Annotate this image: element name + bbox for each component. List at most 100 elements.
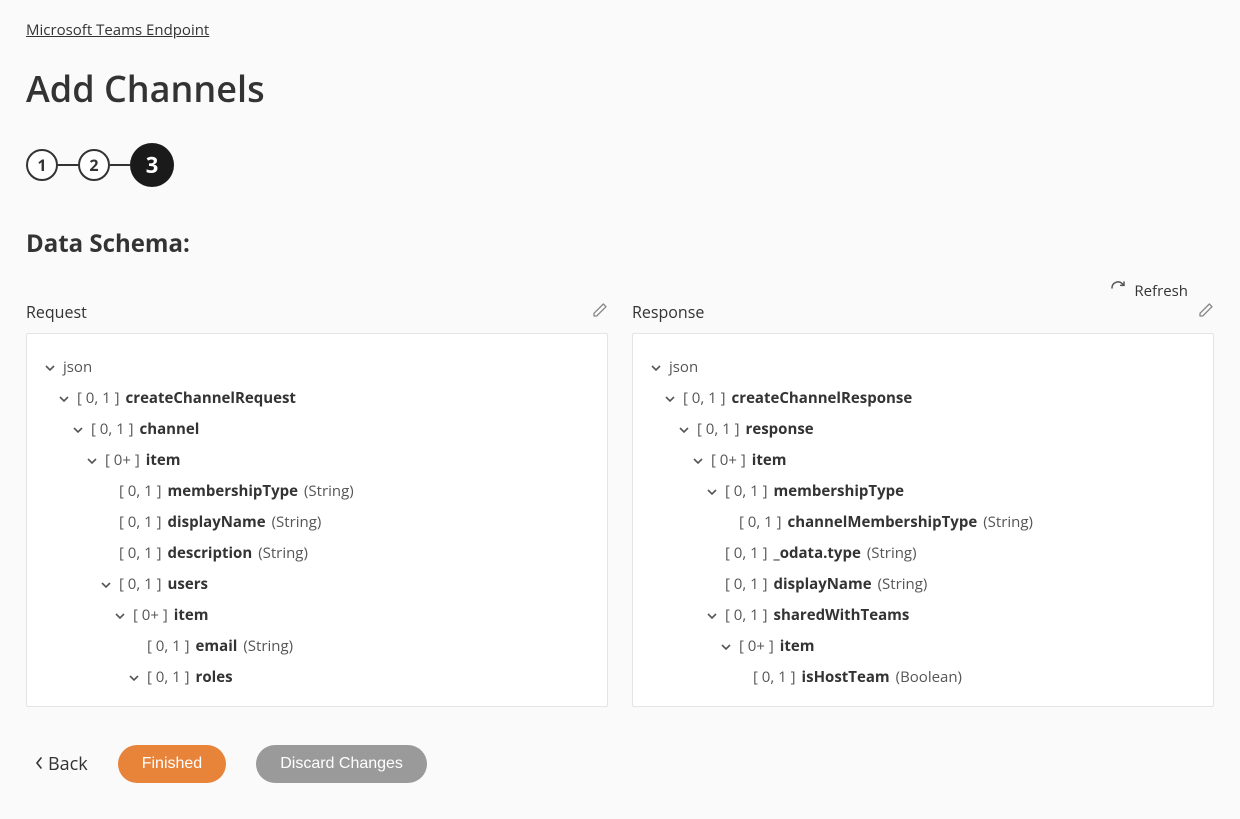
breadcrumb[interactable]: Microsoft Teams Endpoint (26, 20, 209, 40)
tree-node[interactable]: [ 0, 1 ] users (99, 569, 591, 600)
chevron-down-icon[interactable] (85, 456, 99, 466)
back-label: Back (48, 752, 88, 776)
node-name: membershipType (168, 481, 298, 502)
node-name: item (174, 605, 209, 626)
node-name: createChannelRequest (126, 388, 296, 409)
node-cardinality: [ 0, 1 ] (147, 667, 190, 688)
tree-node-json[interactable]: json (649, 352, 1197, 383)
tree-node[interactable]: [ 0, 1 ] channel (71, 414, 591, 445)
request-schema-box: json [ 0, 1 ] createChannelRequest [ 0, … (26, 333, 608, 707)
node-type: (String) (867, 543, 917, 564)
node-type: (String) (243, 636, 293, 657)
node-name: response (746, 419, 814, 440)
node-type: (String) (258, 543, 308, 564)
tree-node[interactable]: [ 0, 1 ] createChannelRequest (57, 383, 591, 414)
tree-node[interactable]: [ 0+ ] item (113, 600, 591, 631)
node-cardinality: [ 0, 1 ] (77, 388, 120, 409)
node-type: (String) (878, 574, 928, 595)
tree-node[interactable]: [ 0+ ] item (719, 631, 1197, 662)
node-name: isHostTeam (802, 667, 890, 688)
edit-request-icon[interactable] (592, 301, 608, 323)
chevron-down-icon[interactable] (127, 673, 141, 683)
step-connector (110, 164, 130, 166)
chevron-left-icon (34, 752, 44, 776)
chevron-down-icon[interactable] (71, 425, 85, 435)
tree-node[interactable]: [ 0, 1 ] sharedWithTeams (705, 600, 1197, 631)
chevron-down-icon[interactable] (113, 611, 127, 621)
node-name: sharedWithTeams (774, 605, 910, 626)
node-name: item (146, 450, 181, 471)
tree-node[interactable]: [ 0, 1 ] response (677, 414, 1197, 445)
finished-button[interactable]: Finished (118, 745, 226, 783)
step-3[interactable]: 3 (130, 143, 174, 187)
refresh-button[interactable]: Refresh (26, 280, 1214, 301)
node-name: displayName (774, 574, 872, 595)
step-2[interactable]: 2 (78, 149, 110, 181)
node-name: item (752, 450, 787, 471)
tree-node-json[interactable]: json (43, 352, 591, 383)
tree-node[interactable]: [ 0+ ] item (85, 445, 591, 476)
node-cardinality: [ 0, 1 ] (147, 636, 190, 657)
node-name: roles (196, 667, 233, 688)
chevron-down-icon[interactable] (57, 394, 71, 404)
response-title: Response (632, 301, 704, 323)
node-cardinality: [ 0, 1 ] (119, 512, 162, 533)
node-type: (String) (304, 481, 354, 502)
tree-leaf[interactable]: [ 0, 1 ] _odata.type (String) (705, 538, 1197, 569)
node-cardinality: [ 0, 1 ] (119, 574, 162, 595)
edit-response-icon[interactable] (1198, 301, 1214, 323)
node-cardinality: [ 0, 1 ] (91, 419, 134, 440)
refresh-icon (1110, 280, 1126, 301)
response-schema-box: json [ 0, 1 ] createChannelResponse [ 0,… (632, 333, 1214, 707)
chevron-down-icon[interactable] (677, 425, 691, 435)
tree-leaf[interactable]: [ 0, 1 ] email (String) (127, 631, 591, 662)
tree-leaf[interactable]: [ 0, 1 ] isHostTeam (Boolean) (733, 662, 1197, 693)
tree-leaf[interactable]: [ 0, 1 ] description (String) (99, 538, 591, 569)
chevron-down-icon[interactable] (649, 363, 663, 373)
node-name: description (168, 543, 253, 564)
footer: Back Finished Discard Changes (26, 745, 1214, 783)
node-cardinality: [ 0+ ] (133, 605, 168, 626)
node-label: json (669, 357, 698, 378)
tree-node[interactable]: [ 0+ ] item (691, 445, 1197, 476)
tree-node[interactable]: [ 0, 1 ] roles (127, 662, 591, 693)
node-cardinality: [ 0, 1 ] (725, 481, 768, 502)
node-type: (String) (983, 512, 1033, 533)
tree-node[interactable]: [ 0, 1 ] createChannelResponse (663, 383, 1197, 414)
tree-leaf[interactable]: [ 0, 1 ] membershipType (String) (99, 476, 591, 507)
node-cardinality: [ 0, 1 ] (725, 543, 768, 564)
node-name: email (196, 636, 238, 657)
page-title: Add Channels (26, 64, 1214, 113)
refresh-label: Refresh (1134, 281, 1188, 301)
chevron-down-icon[interactable] (691, 456, 705, 466)
node-cardinality: [ 0+ ] (711, 450, 746, 471)
chevron-down-icon[interactable] (663, 394, 677, 404)
step-1[interactable]: 1 (26, 149, 58, 181)
node-name: channelMembershipType (788, 512, 978, 533)
node-name: createChannelResponse (732, 388, 913, 409)
tree-leaf[interactable]: [ 0, 1 ] displayName (String) (99, 507, 591, 538)
node-cardinality: [ 0, 1 ] (753, 667, 796, 688)
response-column: Response json [ 0, 1 ] createChannelResp… (632, 301, 1214, 707)
step-connector (58, 164, 78, 166)
discard-changes-button[interactable]: Discard Changes (256, 745, 427, 783)
chevron-down-icon[interactable] (705, 611, 719, 621)
node-name: _odata.type (774, 543, 861, 564)
chevron-down-icon[interactable] (99, 580, 113, 590)
section-title: Data Schema: (26, 227, 1214, 260)
tree-node[interactable]: [ 0, 1 ] membershipType (705, 476, 1197, 507)
tree-leaf[interactable]: [ 0, 1 ] displayName (String) (705, 569, 1197, 600)
stepper: 1 2 3 (26, 143, 1214, 187)
chevron-down-icon[interactable] (705, 487, 719, 497)
node-cardinality: [ 0, 1 ] (119, 543, 162, 564)
node-cardinality: [ 0, 1 ] (725, 574, 768, 595)
node-type: (String) (272, 512, 322, 533)
node-cardinality: [ 0, 1 ] (119, 481, 162, 502)
back-button[interactable]: Back (34, 752, 88, 776)
node-name: displayName (168, 512, 266, 533)
node-type: (Boolean) (896, 667, 962, 688)
chevron-down-icon[interactable] (43, 363, 57, 373)
tree-leaf[interactable]: [ 0, 1 ] channelMembershipType (String) (719, 507, 1197, 538)
node-name: channel (140, 419, 200, 440)
chevron-down-icon[interactable] (719, 642, 733, 652)
